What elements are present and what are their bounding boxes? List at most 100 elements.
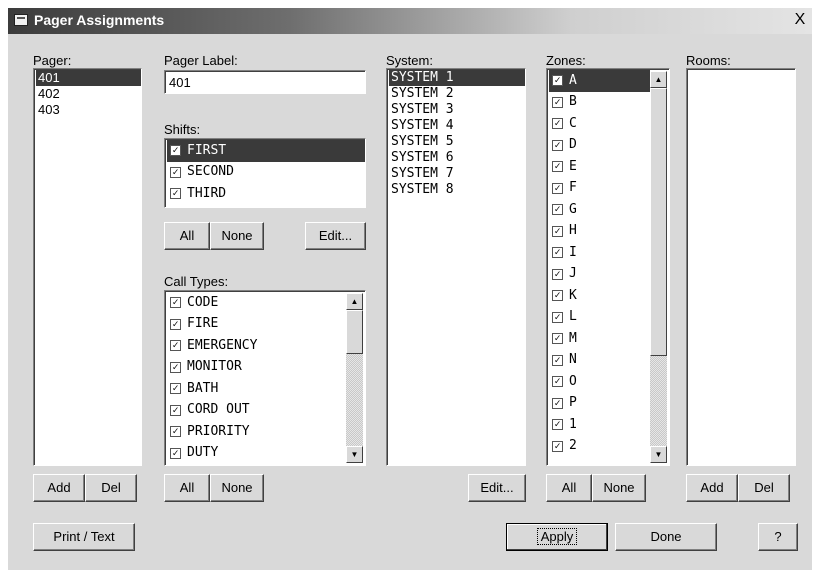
shift-item[interactable]: ✓ SECOND bbox=[167, 162, 365, 184]
pager-list-item[interactable]: 401 bbox=[36, 70, 141, 86]
call-type-item[interactable]: ✓ DUTY bbox=[167, 443, 346, 465]
call-type-item[interactable]: ✓ FIRE bbox=[167, 314, 346, 336]
zone-item[interactable]: ✓ A bbox=[549, 70, 650, 92]
call-type-item[interactable]: ✓ PRIORITY bbox=[167, 421, 346, 443]
help-button[interactable]: ? bbox=[758, 523, 798, 551]
pager-label-input[interactable] bbox=[164, 70, 366, 94]
checkbox[interactable]: ✓ bbox=[552, 333, 563, 345]
checkbox[interactable]: ✓ bbox=[170, 404, 181, 416]
checkbox[interactable]: ✓ bbox=[552, 161, 563, 173]
system-list-item[interactable]: SYSTEM 7 bbox=[389, 166, 525, 182]
checkbox[interactable]: ✓ bbox=[552, 290, 563, 302]
checkbox[interactable]: ✓ bbox=[170, 340, 181, 352]
system-list-item[interactable]: SYSTEM 6 bbox=[389, 150, 525, 166]
system-list-item[interactable]: SYSTEM 5 bbox=[389, 134, 525, 150]
scroll-up-icon[interactable]: ▲ bbox=[346, 293, 363, 310]
call-type-item[interactable]: ✓ CORD OUT bbox=[167, 400, 346, 422]
checkbox[interactable]: ✓ bbox=[552, 268, 563, 280]
done-button[interactable]: Done bbox=[615, 523, 717, 551]
zone-item[interactable]: ✓ O bbox=[549, 371, 650, 393]
checkbox[interactable]: ✓ bbox=[170, 361, 181, 373]
checkbox[interactable]: ✓ bbox=[552, 397, 563, 409]
checkbox[interactable]: ✓ bbox=[170, 188, 181, 200]
pager-del-button[interactable]: Del bbox=[85, 474, 137, 502]
close-button[interactable]: X bbox=[792, 11, 808, 29]
zone-item[interactable]: ✓ G bbox=[549, 199, 650, 221]
pager-add-button[interactable]: Add bbox=[33, 474, 85, 502]
scroll-down-icon[interactable]: ▼ bbox=[650, 446, 667, 463]
call-types-none-button[interactable]: None bbox=[210, 474, 264, 502]
zone-item[interactable]: ✓ 2 bbox=[549, 436, 650, 458]
apply-button[interactable]: Apply bbox=[506, 523, 608, 551]
checkbox[interactable]: ✓ bbox=[552, 440, 563, 452]
call-types-listbox[interactable]: ✓ CODE ✓ FIRE ✓ EMERGENCY ✓ MONITOR ✓ BATH ✓ CORD O… bbox=[164, 290, 366, 466]
zone-item[interactable]: ✓ N bbox=[549, 350, 650, 372]
zones-scroll-thumb[interactable] bbox=[650, 88, 667, 356]
call-type-item[interactable]: ✓ CODE bbox=[167, 292, 346, 314]
zone-item[interactable]: ✓ I bbox=[549, 242, 650, 264]
rooms-listbox[interactable] bbox=[686, 68, 796, 466]
shift-item[interactable]: ✓ FIRST bbox=[167, 140, 365, 162]
zone-item[interactable]: ✓ H bbox=[549, 221, 650, 243]
zone-item[interactable]: ✓ K bbox=[549, 285, 650, 307]
call-types-scrollbar[interactable]: ▲ ▼ bbox=[346, 293, 363, 463]
checkbox[interactable]: ✓ bbox=[552, 354, 563, 366]
call-types-scroll-thumb[interactable] bbox=[346, 310, 363, 354]
zones-all-button[interactable]: All bbox=[546, 474, 592, 502]
checkbox[interactable]: ✓ bbox=[552, 419, 563, 431]
checkbox[interactable]: ✓ bbox=[170, 318, 181, 330]
checkbox[interactable]: ✓ bbox=[170, 145, 181, 157]
pager-list-item[interactable]: 402 bbox=[36, 86, 141, 102]
system-list-item[interactable]: SYSTEM 4 bbox=[389, 118, 525, 134]
shifts-all-button[interactable]: All bbox=[164, 222, 210, 250]
call-type-item[interactable]: ✓ BATH bbox=[167, 378, 346, 400]
checkbox[interactable]: ✓ bbox=[552, 311, 563, 323]
rooms-del-button[interactable]: Del bbox=[738, 474, 790, 502]
zone-item[interactable]: ✓ D bbox=[549, 135, 650, 157]
zone-item[interactable]: ✓ E bbox=[549, 156, 650, 178]
system-list-item[interactable]: SYSTEM 1 bbox=[389, 70, 525, 86]
checkbox[interactable]: ✓ bbox=[552, 204, 563, 216]
scroll-up-icon[interactable]: ▲ bbox=[650, 71, 667, 88]
checkbox[interactable]: ✓ bbox=[552, 96, 563, 108]
checkbox[interactable]: ✓ bbox=[552, 182, 563, 194]
system-listbox[interactable]: SYSTEM 1 SYSTEM 2 SYSTEM 3 SYSTEM 4 SYSTEM 5… bbox=[386, 68, 526, 466]
checkbox[interactable]: ✓ bbox=[552, 118, 563, 130]
zone-item[interactable]: ✓ F bbox=[549, 178, 650, 200]
zone-item[interactable]: ✓ M bbox=[549, 328, 650, 350]
zone-item[interactable]: ✓ C bbox=[549, 113, 650, 135]
checkbox[interactable]: ✓ bbox=[170, 383, 181, 395]
zone-item[interactable]: ✓ P bbox=[549, 393, 650, 415]
system-list-item[interactable]: SYSTEM 2 bbox=[389, 86, 525, 102]
zone-item[interactable]: ✓ 1 bbox=[549, 414, 650, 436]
checkbox[interactable]: ✓ bbox=[170, 297, 181, 309]
checkbox[interactable]: ✓ bbox=[552, 247, 563, 259]
zones-listbox[interactable]: ✓ A ✓ B ✓ C ✓ D ✓ E ✓ F ✓ G ✓ H ✓ I ✓ J ✓ K ✓ L ✓ M ✓ N ✓ O ✓ P ✓ 1 ✓ 2 ▲ ▼ bbox=[546, 68, 670, 466]
checkbox[interactable]: ✓ bbox=[170, 166, 181, 178]
checkbox[interactable]: ✓ bbox=[170, 426, 181, 438]
zone-item[interactable]: ✓ J bbox=[549, 264, 650, 286]
call-type-item[interactable]: ✓ EMERGENCY bbox=[167, 335, 346, 357]
shifts-none-button[interactable]: None bbox=[210, 222, 264, 250]
system-list-item[interactable]: SYSTEM 3 bbox=[389, 102, 525, 118]
zone-item[interactable]: ✓ B bbox=[549, 92, 650, 114]
rooms-add-button[interactable]: Add bbox=[686, 474, 738, 502]
system-list-item[interactable]: SYSTEM 8 bbox=[389, 182, 525, 198]
checkbox[interactable]: ✓ bbox=[552, 139, 563, 151]
shifts-edit-button[interactable]: Edit... bbox=[305, 222, 366, 250]
call-types-all-button[interactable]: All bbox=[164, 474, 210, 502]
print-text-button[interactable]: Print / Text bbox=[33, 523, 135, 551]
checkbox[interactable]: ✓ bbox=[552, 376, 563, 388]
shift-item[interactable]: ✓ THIRD bbox=[167, 183, 365, 205]
system-edit-button[interactable]: Edit... bbox=[468, 474, 526, 502]
pager-listbox[interactable]: 401 402 403 bbox=[33, 68, 142, 466]
shifts-listbox[interactable]: ✓ FIRST ✓ SECOND ✓ THIRD bbox=[164, 138, 366, 208]
zone-item[interactable]: ✓ L bbox=[549, 307, 650, 329]
checkbox[interactable]: ✓ bbox=[552, 225, 563, 237]
scroll-down-icon[interactable]: ▼ bbox=[346, 446, 363, 463]
checkbox[interactable]: ✓ bbox=[170, 447, 181, 459]
pager-list-item[interactable]: 403 bbox=[36, 102, 141, 118]
checkbox[interactable]: ✓ bbox=[552, 75, 563, 87]
zones-none-button[interactable]: None bbox=[592, 474, 646, 502]
call-type-item[interactable]: ✓ MONITOR bbox=[167, 357, 346, 379]
